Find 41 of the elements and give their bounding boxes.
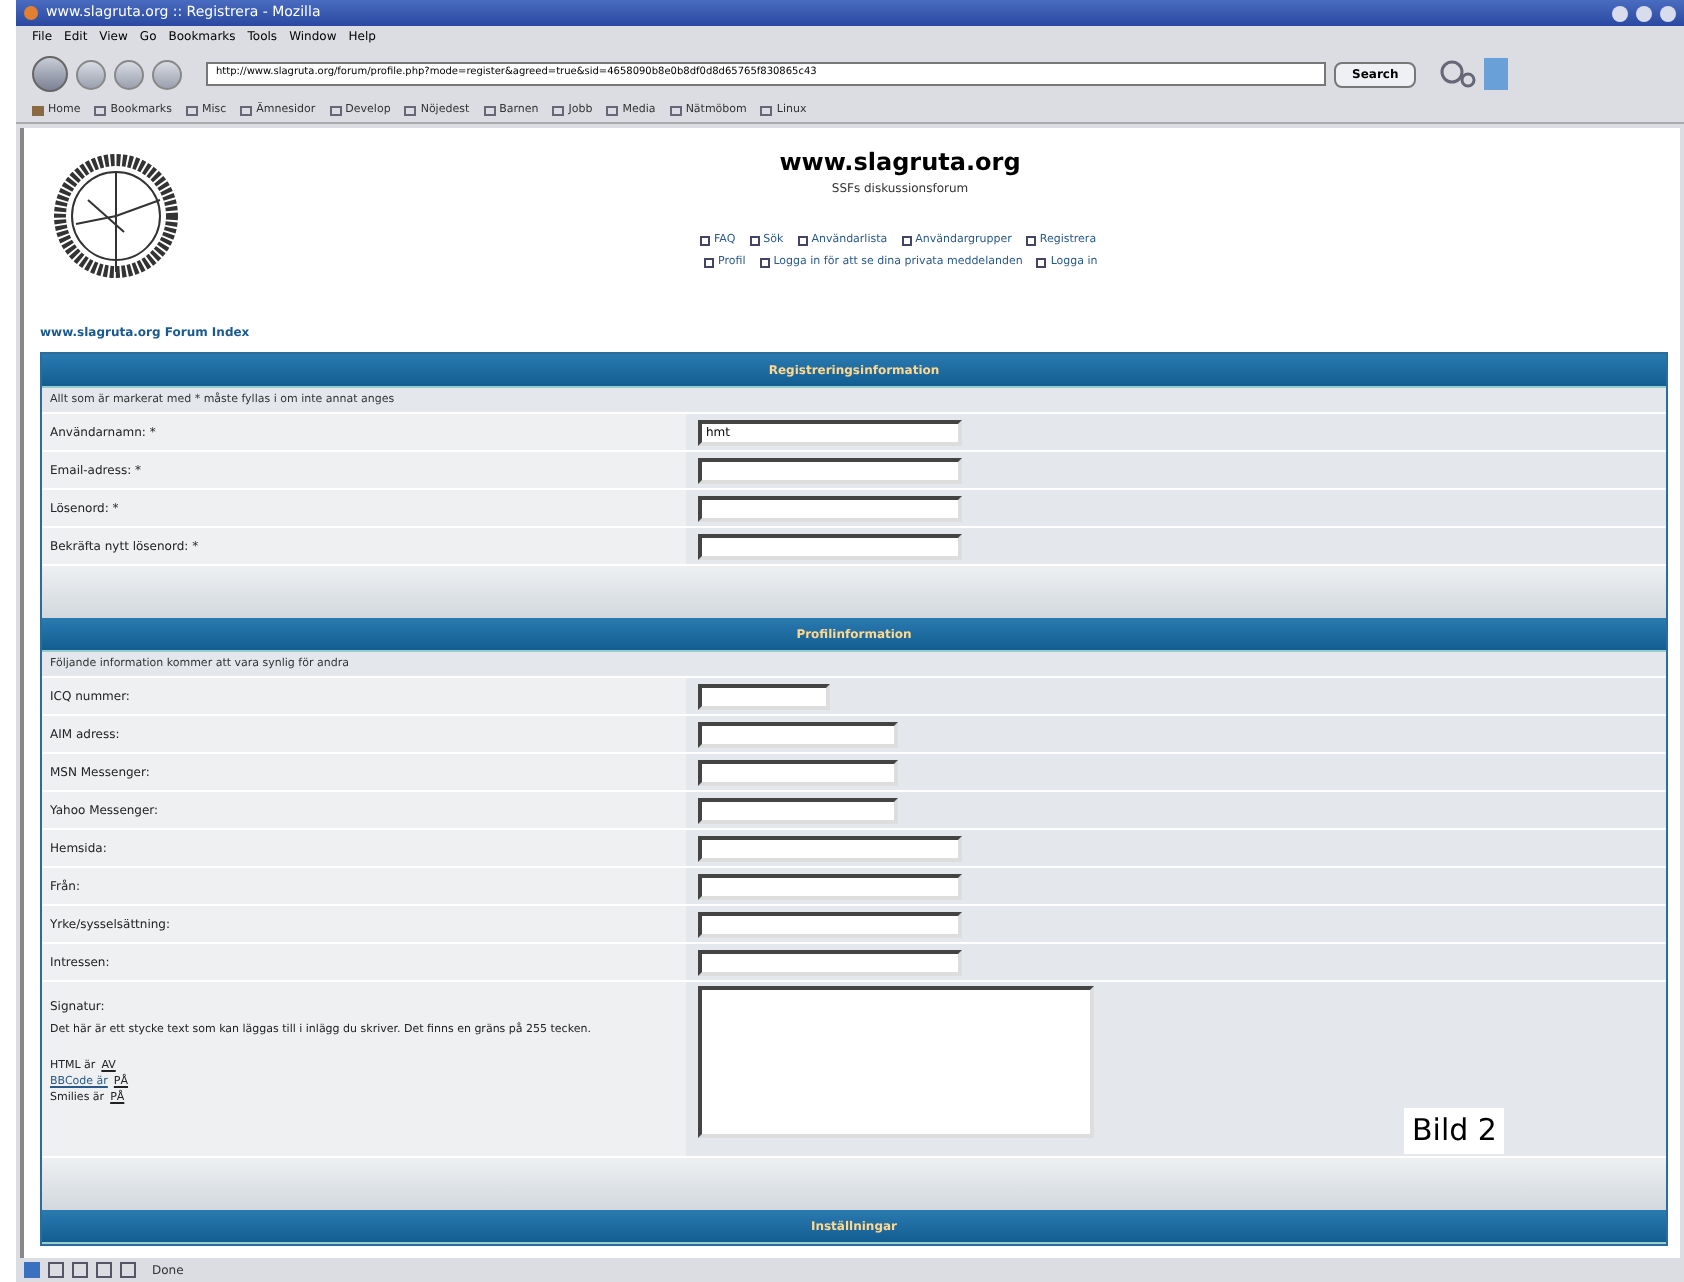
mail-icon[interactable] [48, 1262, 64, 1278]
folder-icon [240, 106, 253, 116]
sidebar-toggle-icon[interactable] [1484, 58, 1509, 90]
folder-icon [94, 106, 107, 116]
address-book-icon[interactable] [120, 1262, 136, 1278]
reload-button[interactable] [114, 59, 144, 89]
folder-icon [329, 106, 342, 116]
input-field[interactable] [698, 949, 962, 975]
input-field[interactable] [698, 683, 830, 709]
throbber-icon [1440, 60, 1477, 88]
figure-caption: Bild 2 [1404, 1108, 1505, 1153]
folder-icon [404, 106, 417, 116]
input-field[interactable] [698, 721, 898, 747]
input-field[interactable] [698, 797, 898, 823]
input-field[interactable] [698, 533, 962, 559]
input-field[interactable] [698, 457, 962, 483]
maximize-button[interactable] [1636, 5, 1652, 21]
app-icon [24, 6, 38, 20]
composer-icon[interactable] [72, 1262, 88, 1278]
chat-icon[interactable] [96, 1262, 112, 1278]
nav-icon [797, 235, 808, 246]
minimize-button[interactable] [1612, 5, 1628, 21]
stop-button[interactable] [152, 59, 182, 89]
input-field[interactable] [698, 911, 962, 937]
forward-button[interactable] [76, 59, 106, 89]
nav-icon [901, 235, 912, 246]
input-field[interactable] [698, 759, 898, 785]
home-icon [32, 106, 44, 116]
back-button[interactable] [32, 56, 68, 92]
folder-icon [185, 106, 198, 116]
folder-icon [552, 106, 565, 116]
folder-icon [669, 106, 682, 116]
folder-icon [483, 106, 496, 116]
input-field[interactable] [698, 873, 962, 899]
input-field[interactable] [698, 835, 962, 861]
site-title: www.slagruta.org [779, 146, 1021, 180]
close-button[interactable] [1660, 5, 1676, 21]
folder-icon [760, 106, 773, 116]
folder-icon [606, 106, 619, 116]
signature-field[interactable] [698, 986, 1094, 1138]
input-field[interactable] [698, 495, 962, 521]
